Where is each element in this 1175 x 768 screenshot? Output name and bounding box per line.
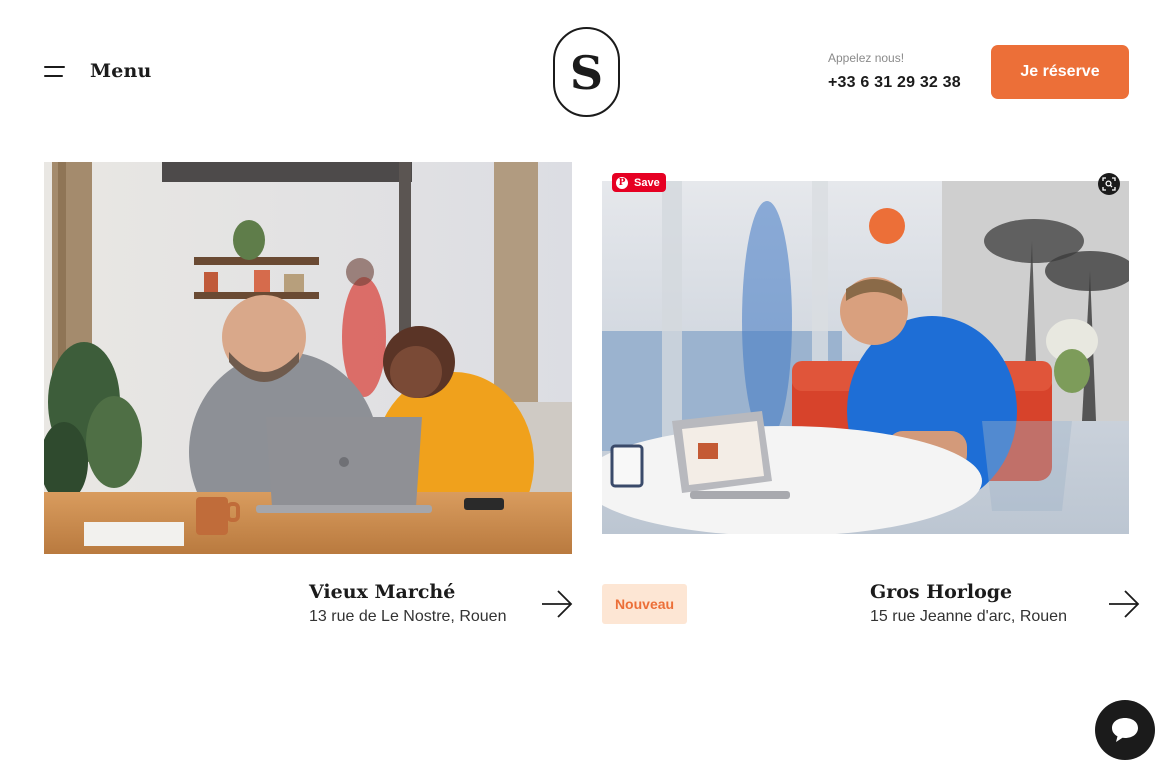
location-photo-vieux-marche[interactable] bbox=[44, 162, 572, 554]
hamburger-icon bbox=[44, 64, 65, 78]
visual-search-button[interactable] bbox=[1098, 173, 1120, 195]
brand-logo[interactable]: S bbox=[553, 27, 620, 117]
logo-letter: S bbox=[569, 46, 604, 100]
pinterest-icon: P bbox=[616, 176, 628, 189]
arrow-right-icon bbox=[1109, 590, 1140, 618]
location-address: 13 rue de Le Nostre, Rouen bbox=[309, 608, 507, 625]
visual-search-icon bbox=[1102, 177, 1116, 191]
chat-bubble-icon bbox=[1112, 718, 1138, 742]
menu-toggle[interactable]: Menu bbox=[44, 60, 152, 82]
coworking-photo bbox=[44, 162, 572, 554]
location-link-gros-horloge[interactable] bbox=[1107, 589, 1141, 624]
chat-button[interactable] bbox=[1095, 700, 1155, 760]
arrow-right-icon bbox=[542, 590, 573, 618]
phone-link[interactable]: +33 6 31 29 32 38 bbox=[828, 74, 961, 92]
menu-label: Menu bbox=[90, 60, 152, 82]
new-badge: Nouveau bbox=[602, 584, 687, 624]
coworking-photo bbox=[602, 181, 1129, 534]
reserve-button[interactable]: Je réserve bbox=[991, 45, 1129, 99]
location-name[interactable]: Vieux Marché bbox=[309, 581, 455, 603]
location-photo-gros-horloge[interactable] bbox=[602, 181, 1129, 534]
pinterest-save-button[interactable]: P Save bbox=[612, 173, 666, 192]
call-label: Appelez nous! bbox=[828, 51, 905, 65]
pinterest-save-label: Save bbox=[634, 176, 660, 189]
location-address: 15 rue Jeanne d'arc, Rouen bbox=[870, 608, 1067, 625]
location-name[interactable]: Gros Horloge bbox=[870, 581, 1012, 603]
location-link-vieux-marche[interactable] bbox=[540, 589, 574, 624]
